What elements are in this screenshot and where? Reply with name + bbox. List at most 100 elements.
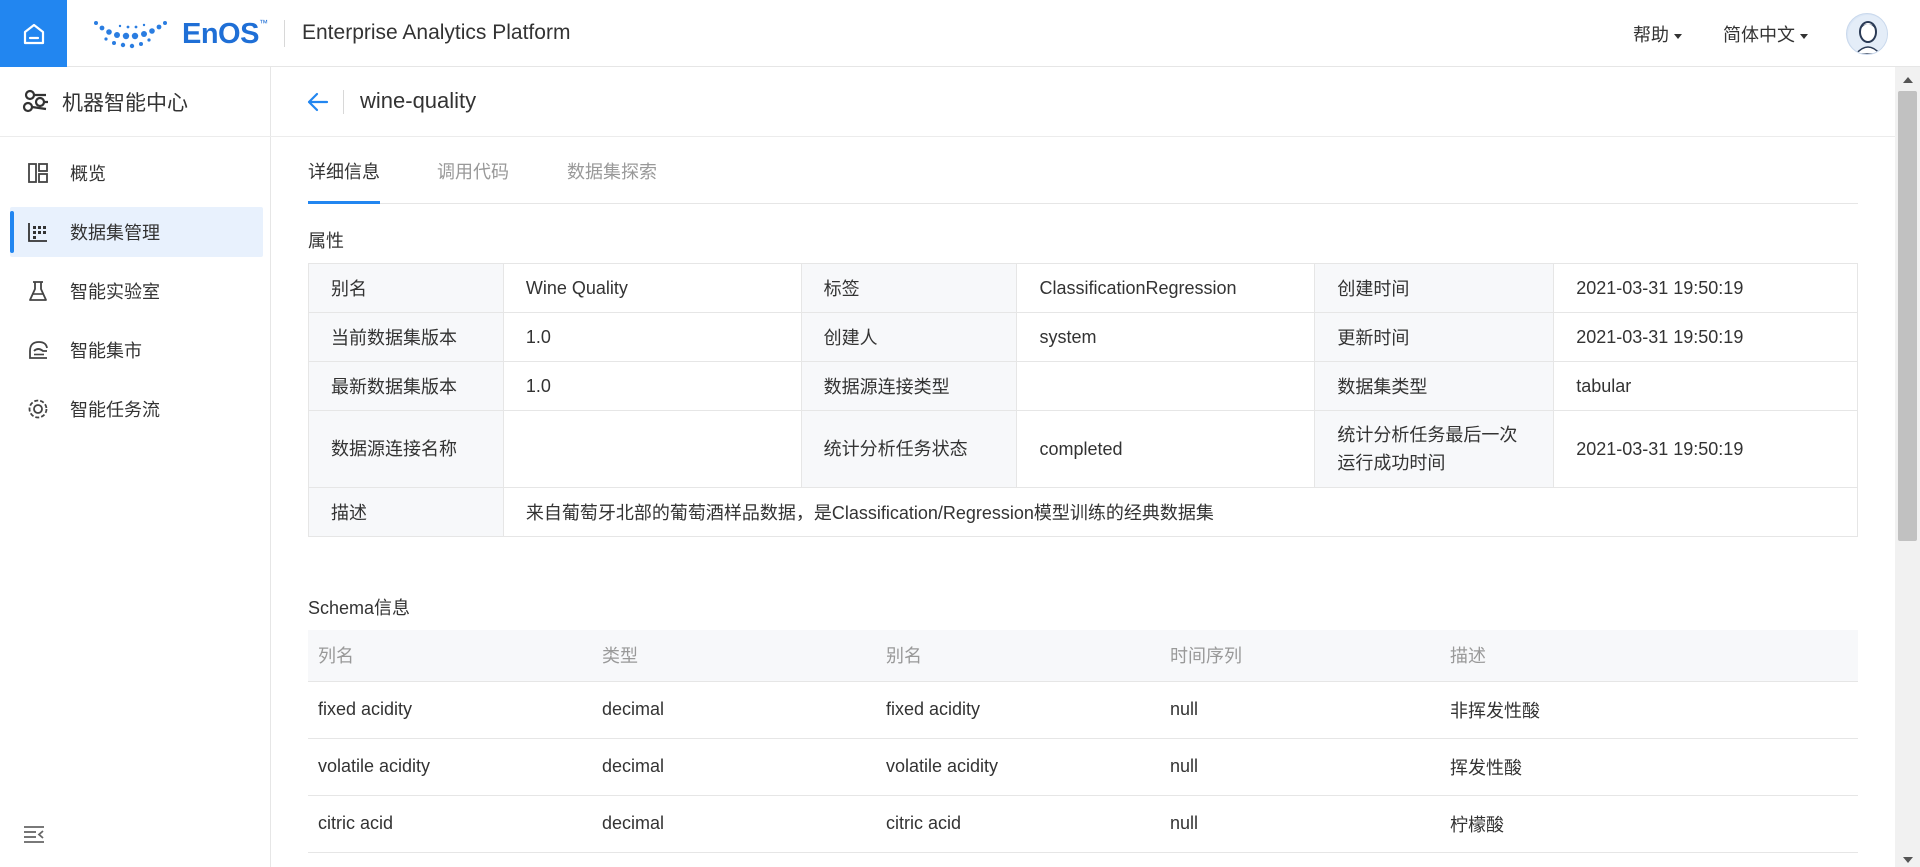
flask-icon: [26, 279, 50, 303]
attr-value: 来自葡萄牙北部的葡萄酒样品数据，是Classification/Regressi…: [502, 487, 1859, 537]
sidebar-item-dataset-management[interactable]: 数据集管理: [10, 207, 263, 257]
enos-logo: EnOS™: [92, 16, 268, 52]
attr-key: 数据源连接名称: [308, 410, 504, 488]
table-cell: fixed acidity: [876, 681, 1160, 739]
attr-value: tabular: [1553, 361, 1858, 411]
attr-key: 数据集类型: [1314, 361, 1555, 411]
back-arrow-icon[interactable]: [306, 90, 330, 114]
table-cell: volatile acidity: [876, 738, 1160, 796]
tab-details[interactable]: 详细信息: [308, 151, 380, 204]
table-cell: decimal: [592, 738, 876, 796]
table-row: 别名 Wine Quality 标签 ClassificationRegress…: [308, 263, 1858, 313]
tab-bar: 详细信息 调用代码 数据集探索: [308, 151, 1858, 204]
sidebar-item-taskflow[interactable]: 智能任务流: [10, 384, 263, 434]
sidebar-item-label: 概览: [70, 164, 106, 184]
header-divider: [284, 20, 285, 47]
column-header: 列名: [308, 630, 592, 682]
home-icon: [23, 23, 44, 44]
tab-explore[interactable]: 数据集探索: [567, 151, 657, 204]
table-cell: decimal: [592, 681, 876, 739]
attr-key: 别名: [308, 263, 504, 313]
vertical-scrollbar[interactable]: [1895, 67, 1920, 867]
attr-key: 统计分析任务最后一次 运行成功时间: [1314, 410, 1555, 488]
schema-heading: Schema信息: [308, 598, 411, 618]
sidebar-item-market[interactable]: 智能集市: [10, 325, 263, 375]
caret-down-icon: [1674, 33, 1682, 39]
attr-key: 当前数据集版本: [308, 312, 504, 362]
sidebar-item-label: 智能实验室: [70, 282, 160, 302]
attr-value: [502, 410, 802, 488]
attr-value: 2021-03-31 19:50:19: [1553, 312, 1858, 362]
sidebar-item-overview[interactable]: 概览: [10, 148, 263, 198]
top-bar: EnOS™ Enterprise Analytics Platform 帮助 简…: [0, 0, 1920, 67]
attr-value: 2021-03-31 19:50:19: [1553, 410, 1858, 488]
page-title: wine-quality: [360, 88, 477, 113]
attr-key: 最新数据集版本: [308, 361, 504, 411]
attr-value: [1016, 361, 1316, 411]
tab-code[interactable]: 调用代码: [437, 151, 509, 204]
table-cell: citric acid: [308, 795, 592, 853]
table-cell: null: [1160, 738, 1440, 796]
attr-key: 数据源连接类型: [800, 361, 1018, 411]
collapse-sidebar-icon[interactable]: [22, 822, 46, 846]
attr-key: 标签: [800, 263, 1018, 313]
schema-table: 列名 类型 别名 时间序列 描述 fixed acidity decimal f…: [308, 630, 1858, 853]
table-cell: 非挥发性酸: [1440, 681, 1858, 739]
sidebar: 机器智能中心 概览 数据集管理 智能实验室 智能集市 智能任务流: [0, 67, 271, 867]
attr-value: Wine Quality: [502, 263, 802, 313]
table-cell: 柠檬酸: [1440, 795, 1858, 853]
caret-down-icon: [1800, 33, 1808, 39]
help-menu[interactable]: 帮助: [1633, 21, 1682, 47]
attr-key-line: 统计分析任务最后一次: [1337, 425, 1518, 445]
user-avatar[interactable]: [1846, 13, 1888, 55]
table-row: volatile acidity decimal volatile acidit…: [308, 738, 1858, 796]
gear-icon: [26, 397, 50, 421]
table-cell: decimal: [592, 795, 876, 853]
column-header: 别名: [876, 630, 1160, 682]
table-cell: citric acid: [876, 795, 1160, 853]
scroll-up-icon[interactable]: [1903, 77, 1913, 83]
platform-title: Enterprise Analytics Platform: [302, 21, 571, 44]
column-header: 时间序列: [1160, 630, 1440, 682]
home-button[interactable]: [0, 0, 67, 67]
main-content: wine-quality 详细信息 调用代码 数据集探索 属性 别名 Wine …: [271, 67, 1895, 867]
attr-key: 统计分析任务状态: [800, 410, 1018, 488]
attr-value: 2021-03-31 19:50:19: [1553, 263, 1858, 313]
dataset-icon: [26, 220, 50, 244]
attr-key: 创建人: [800, 312, 1018, 362]
attr-key-line: 运行成功时间: [1337, 453, 1446, 473]
table-row: 当前数据集版本 1.0 创建人 system 更新时间 2021-03-31 1…: [308, 312, 1858, 362]
table-cell: 挥发性酸: [1440, 738, 1858, 796]
logo-text: EnOS™: [182, 17, 268, 50]
language-label: 简体中文: [1723, 25, 1795, 45]
dashboard-icon: [26, 161, 50, 185]
language-menu[interactable]: 简体中文: [1723, 21, 1808, 47]
table-cell: null: [1160, 681, 1440, 739]
table-cell: null: [1160, 795, 1440, 853]
column-header: 描述: [1440, 630, 1858, 682]
table-row: fixed acidity decimal fixed acidity null…: [308, 681, 1858, 739]
help-label: 帮助: [1633, 25, 1669, 45]
attr-value: 1.0: [502, 312, 802, 362]
sidebar-item-label: 智能集市: [70, 341, 142, 361]
attr-value: system: [1016, 312, 1316, 362]
scroll-down-icon[interactable]: [1903, 857, 1913, 863]
attributes-table: 别名 Wine Quality 标签 ClassificationRegress…: [308, 263, 1859, 537]
header-divider: [343, 90, 344, 114]
machine-intelligence-icon: [20, 87, 50, 117]
attr-value: completed: [1016, 410, 1316, 488]
attr-key: 更新时间: [1314, 312, 1555, 362]
sidebar-title: 机器智能中心: [62, 91, 188, 115]
attr-value: ClassificationRegression: [1016, 263, 1316, 313]
scroll-thumb[interactable]: [1898, 91, 1917, 541]
table-header-row: 列名 类型 别名 时间序列 描述: [308, 630, 1858, 682]
sidebar-item-label: 智能任务流: [70, 400, 160, 420]
page-header: wine-quality: [271, 67, 1895, 137]
sidebar-item-lab[interactable]: 智能实验室: [10, 266, 263, 316]
table-cell: fixed acidity: [308, 681, 592, 739]
sidebar-header: 机器智能中心: [0, 67, 271, 137]
user-icon: [1848, 15, 1887, 54]
table-row: citric acid decimal citric acid null 柠檬酸: [308, 795, 1858, 853]
attr-key: 创建时间: [1314, 263, 1555, 313]
logo-dots-icon: [94, 21, 167, 49]
